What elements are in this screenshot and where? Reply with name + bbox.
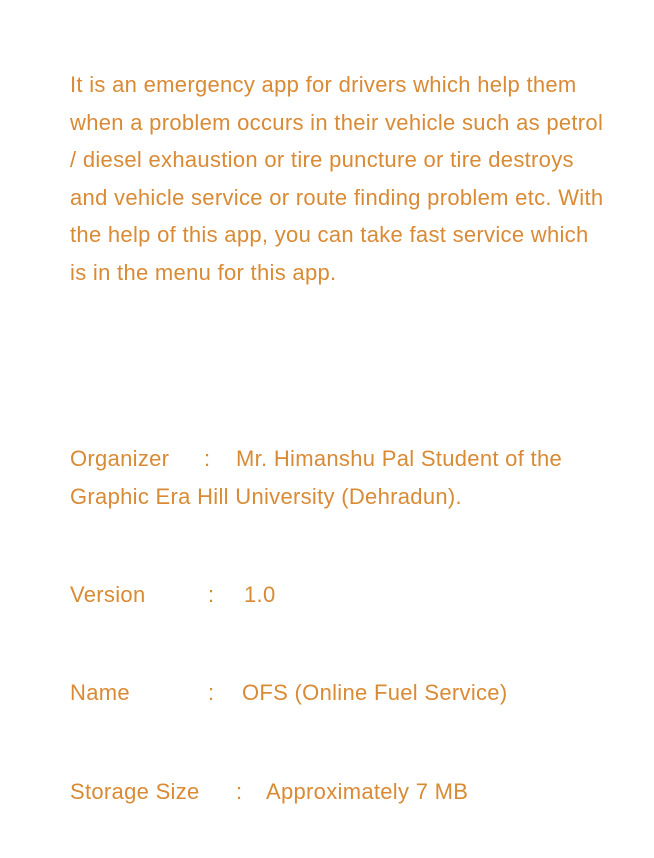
storage-size-label: Storage Size [70,779,200,804]
organizer-label: Organizer [70,446,170,471]
name-row: Name: OFS (Online Fuel Service) [70,674,507,712]
app-description: It is an emergency app for drivers which… [70,72,604,285]
name-label: Name [70,680,130,705]
name-value: OFS (Online Fuel Service) [242,680,508,705]
version-row: Version: 1.0 [70,576,275,614]
storage-size-separator: : [236,779,243,804]
version-label: Version [70,582,146,607]
organizer-row: Organizer: Mr. Himanshu Pal Student of th… [70,440,610,515]
version-value: 1.0 [244,582,276,607]
about-app-page: It is an emergency app for drivers which… [0,0,654,858]
storage-size-row: Storage Size: Approximately 7 MB [70,773,468,811]
storage-size-value: Approximately 7 MB [266,779,469,804]
version-separator: : [208,582,215,607]
organizer-separator: : [204,446,211,471]
name-separator: : [208,680,215,705]
